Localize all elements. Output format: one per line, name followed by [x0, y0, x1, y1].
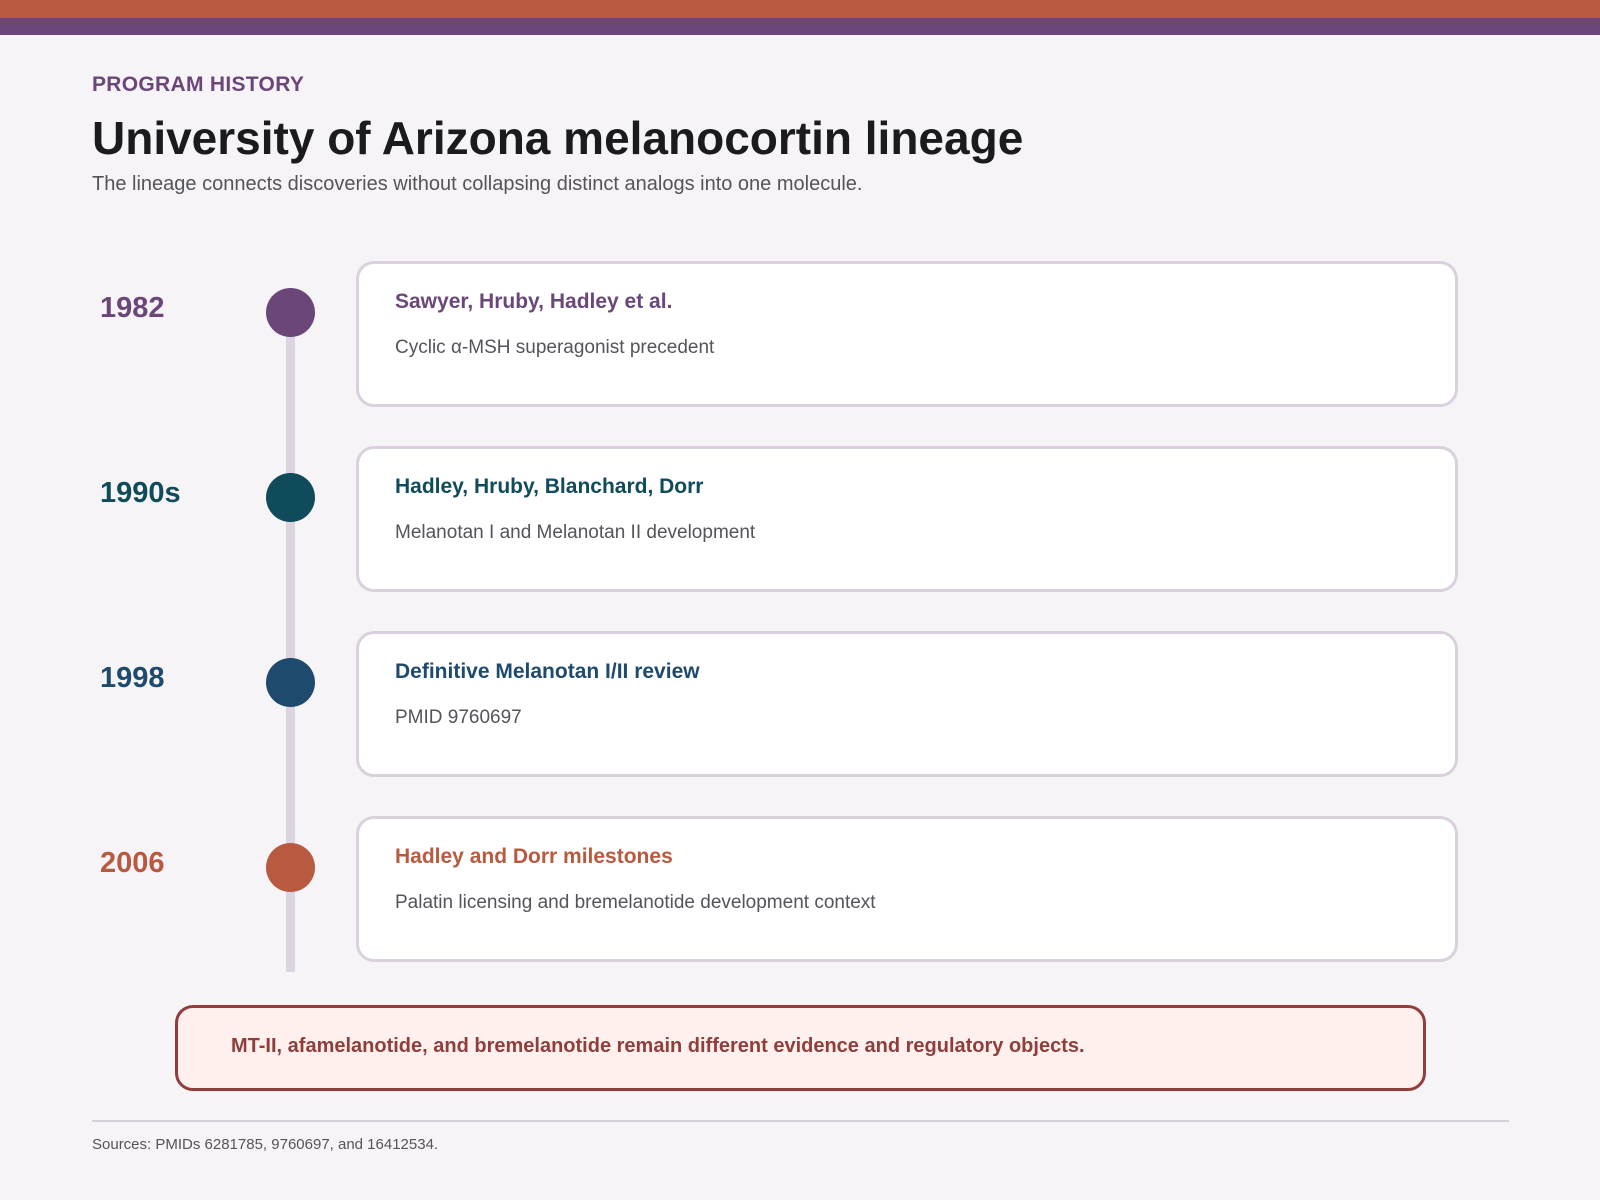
- sources-footnote: Sources: PMIDs 6281785, 9760697, and 164…: [92, 1136, 439, 1153]
- timeline-card: Hadley and Dorr milestones Palatin licen…: [356, 816, 1458, 962]
- timeline-node: [266, 843, 315, 892]
- callout-note: MT-II, afamelanotide, and bremelanotide …: [175, 1005, 1426, 1091]
- section-eyebrow: PROGRAM HISTORY: [92, 73, 305, 96]
- page-title: University of Arizona melanocortin linea…: [92, 112, 1024, 164]
- timeline-card-title: Hadley and Dorr milestones: [395, 845, 673, 868]
- timeline-node: [266, 288, 315, 337]
- timeline-card-description: Palatin licensing and bremelanotide deve…: [395, 892, 876, 913]
- timeline-year: 1990s: [100, 477, 181, 509]
- timeline-card-title: Sawyer, Hruby, Hadley et al.: [395, 290, 673, 313]
- timeline-card-title: Definitive Melanotan I/II review: [395, 660, 700, 683]
- timeline-year: 1998: [100, 662, 165, 694]
- timeline-year: 1982: [100, 292, 165, 324]
- timeline-year: 2006: [100, 847, 165, 879]
- timeline-card-description: Melanotan I and Melanotan II development: [395, 522, 756, 543]
- timeline-card: Definitive Melanotan I/II review PMID 97…: [356, 631, 1458, 777]
- timeline-card: Sawyer, Hruby, Hadley et al. Cyclic α-MS…: [356, 261, 1458, 407]
- timeline-card: Hadley, Hruby, Blanchard, Dorr Melanotan…: [356, 446, 1458, 592]
- timeline-card-description: PMID 9760697: [395, 707, 522, 728]
- callout-note-text: MT-II, afamelanotide, and bremelanotide …: [231, 1035, 1085, 1057]
- timeline-card-description: Cyclic α-MSH superagonist precedent: [395, 337, 715, 358]
- timeline-card-title: Hadley, Hruby, Blanchard, Dorr: [395, 475, 704, 498]
- footer-divider: [92, 1120, 1509, 1122]
- page-subtitle: The lineage connects discoveries without…: [92, 173, 863, 195]
- top-accent-band: [0, 0, 1600, 18]
- top-accent-band-secondary: [0, 18, 1600, 35]
- timeline-node: [266, 473, 315, 522]
- timeline-node: [266, 658, 315, 707]
